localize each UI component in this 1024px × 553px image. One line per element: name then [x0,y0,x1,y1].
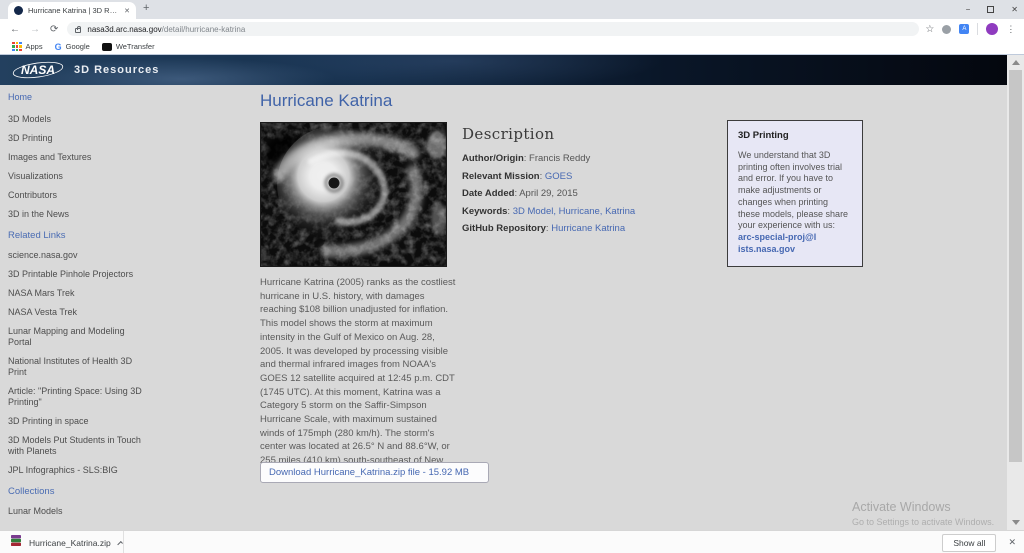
mission-link[interactable]: GOES [545,171,572,182]
sidebar-item-contributors[interactable]: Contributors [8,190,144,201]
bookmark-label: Google [65,42,90,51]
translate-icon[interactable]: A [959,24,970,34]
sidebar: Home 3D Models 3D Printing Images and Te… [8,92,144,525]
related-link[interactable]: Lunar Mapping and Modeling Portal [8,326,144,348]
nasa-favicon-icon [14,6,23,15]
tab-title: Hurricane Katrina | 3D Resources [28,6,121,15]
wetransfer-icon [101,42,112,51]
meta-mission: Relevant MissionGOES [462,171,712,182]
window-maximize-button[interactable] [987,6,995,13]
collection-link[interactable]: Lunar Models [8,506,144,517]
url-path: /detail/hurricane-katrina [161,24,246,34]
browser-toolbar: ← → ⟳ nasa3d.arc.nasa.gov/detail/hurrica… [0,19,1024,39]
tab-close-icon[interactable]: ✕ [124,7,130,15]
downloaded-file-name: Hurricane_Katrina.zip [29,537,111,548]
download-shelf: Hurricane_Katrina.zip Show all ✕ [0,530,1024,553]
window-close-button[interactable]: ✕ [1011,5,1018,14]
related-link[interactable]: 3D Models Put Students in Touch with Pla… [8,435,144,457]
sidebar-item-3d-printing[interactable]: 3D Printing [8,133,144,144]
apps-grid-icon [12,41,22,52]
print-email-link[interactable]: arc-special-proj@lists.nasa.gov [738,232,818,255]
browser-window: Hurricane Katrina | 3D Resources ✕ + − ✕… [0,0,1024,553]
extension-icon[interactable] [942,24,952,34]
print-box-text: We understand that 3D printing often inv… [738,150,849,231]
address-bar[interactable]: nasa3d.arc.nasa.gov/detail/hurricane-kat… [67,22,920,36]
activate-windows-watermark: Activate Windows Go to Settings to activ… [852,500,995,527]
shelf-close-icon[interactable]: ✕ [1008,537,1016,548]
bookmarks-bar: Apps G Google WeTransfer [0,39,1024,55]
keywords-links[interactable]: 3D Model, Hurricane, Katrina [513,206,636,217]
site-header: NASA 3D Resources [0,55,1007,85]
github-repo-link[interactable]: Hurricane Katrina [551,223,625,234]
window-minimize-button[interactable]: − [966,5,971,14]
page-scrollbar[interactable] [1007,55,1024,530]
related-links-heading: Related Links [8,230,66,241]
related-link[interactable]: Article: "Printing Space: Using 3D Print… [8,386,144,408]
metadata-list: Author/OriginFrancis Reddy Relevant Miss… [462,153,712,234]
bookmark-apps[interactable]: Apps [12,41,43,52]
url-host: nasa3d.arc.nasa.gov [87,24,162,34]
profile-avatar[interactable] [986,23,999,35]
scrollbar-up-icon[interactable] [1012,60,1020,65]
sidebar-item-3d-in-news[interactable]: 3D in the News [8,209,144,220]
svg-text:NASA: NASA [21,63,55,77]
toolbar-divider [977,23,979,35]
downloaded-file-chip[interactable]: Hurricane_Katrina.zip [0,531,124,553]
shelf-right: Show all ✕ [942,531,1016,553]
new-tab-button[interactable]: + [143,2,149,14]
bookmark-wetransfer[interactable]: WeTransfer [101,42,155,51]
sidebar-item-images-textures[interactable]: Images and Textures [8,152,144,163]
meta-github: GitHub RepositoryHurricane Katrina [462,223,712,234]
print-box-title: 3D Printing [738,130,789,141]
sidebar-item-visualizations[interactable]: Visualizations [8,171,144,182]
bookmark-label: Apps [25,42,43,51]
page-title: Hurricane Katrina [260,91,393,110]
site-title: 3D Resources [74,64,160,76]
nasa-logo[interactable]: NASA [12,59,64,81]
show-all-button[interactable]: Show all [942,533,997,552]
meta-keywords: Keywords3D Model, Hurricane, Katrina [462,206,712,217]
download-zip-button[interactable]: Download Hurricane_Katrina.zip file - 15… [260,462,489,483]
sidebar-item-3d-models[interactable]: 3D Models [8,114,144,125]
related-link[interactable]: 3D Printable Pinhole Projectors [8,269,144,280]
bookmark-google[interactable]: G Google [55,42,90,52]
hurricane-image [260,122,447,267]
window-controls: − ✕ [966,0,1018,19]
sidebar-item-home[interactable]: Home [8,92,144,103]
meta-date-added: Date AddedApril 29, 2015 [462,188,712,199]
related-link[interactable]: JPL Infographics - SLS:BIG [8,465,144,476]
lock-icon [75,25,82,33]
related-link[interactable]: NASA Vesta Trek [8,307,144,318]
back-icon[interactable]: ← [10,24,20,35]
description-paragraph: Hurricane Katrina (2005) ranks as the co… [260,277,456,480]
toolbar-right: ☆ A ⋮ [925,23,1015,35]
forward-icon[interactable]: → [30,24,40,35]
google-g-icon: G [54,41,62,52]
scrollbar-thumb[interactable] [1009,70,1022,462]
tab-strip: Hurricane Katrina | 3D Resources ✕ + − ✕ [0,0,1024,19]
description-column: Description Author/OriginFrancis Reddy R… [462,125,712,241]
related-link[interactable]: National Institutes of Health 3D Print [8,356,144,378]
scrollbar-down-icon[interactable] [1012,520,1020,525]
refresh-icon[interactable]: ⟳ [50,24,58,35]
bookmark-label: WeTransfer [115,42,155,51]
related-link[interactable]: science.nasa.gov [8,250,144,261]
browser-menu-icon[interactable]: ⋮ [1006,24,1015,35]
print-info-box: 3D Printing We understand that 3D printi… [727,120,863,267]
related-link[interactable]: 3D Printing in space [8,416,144,427]
collections-heading: Collections [8,486,55,497]
chevron-up-icon[interactable] [117,540,123,547]
bookmark-star-icon[interactable]: ☆ [925,24,934,35]
description-heading: Description [462,125,555,143]
page-content: NASA 3D Resources Home 3D Models 3D Prin… [0,55,1024,530]
meta-author: Author/OriginFrancis Reddy [462,153,712,164]
browser-tab[interactable]: Hurricane Katrina | 3D Resources ✕ [8,2,136,19]
related-link[interactable]: NASA Mars Trek [8,288,144,299]
zip-file-icon [10,534,22,552]
